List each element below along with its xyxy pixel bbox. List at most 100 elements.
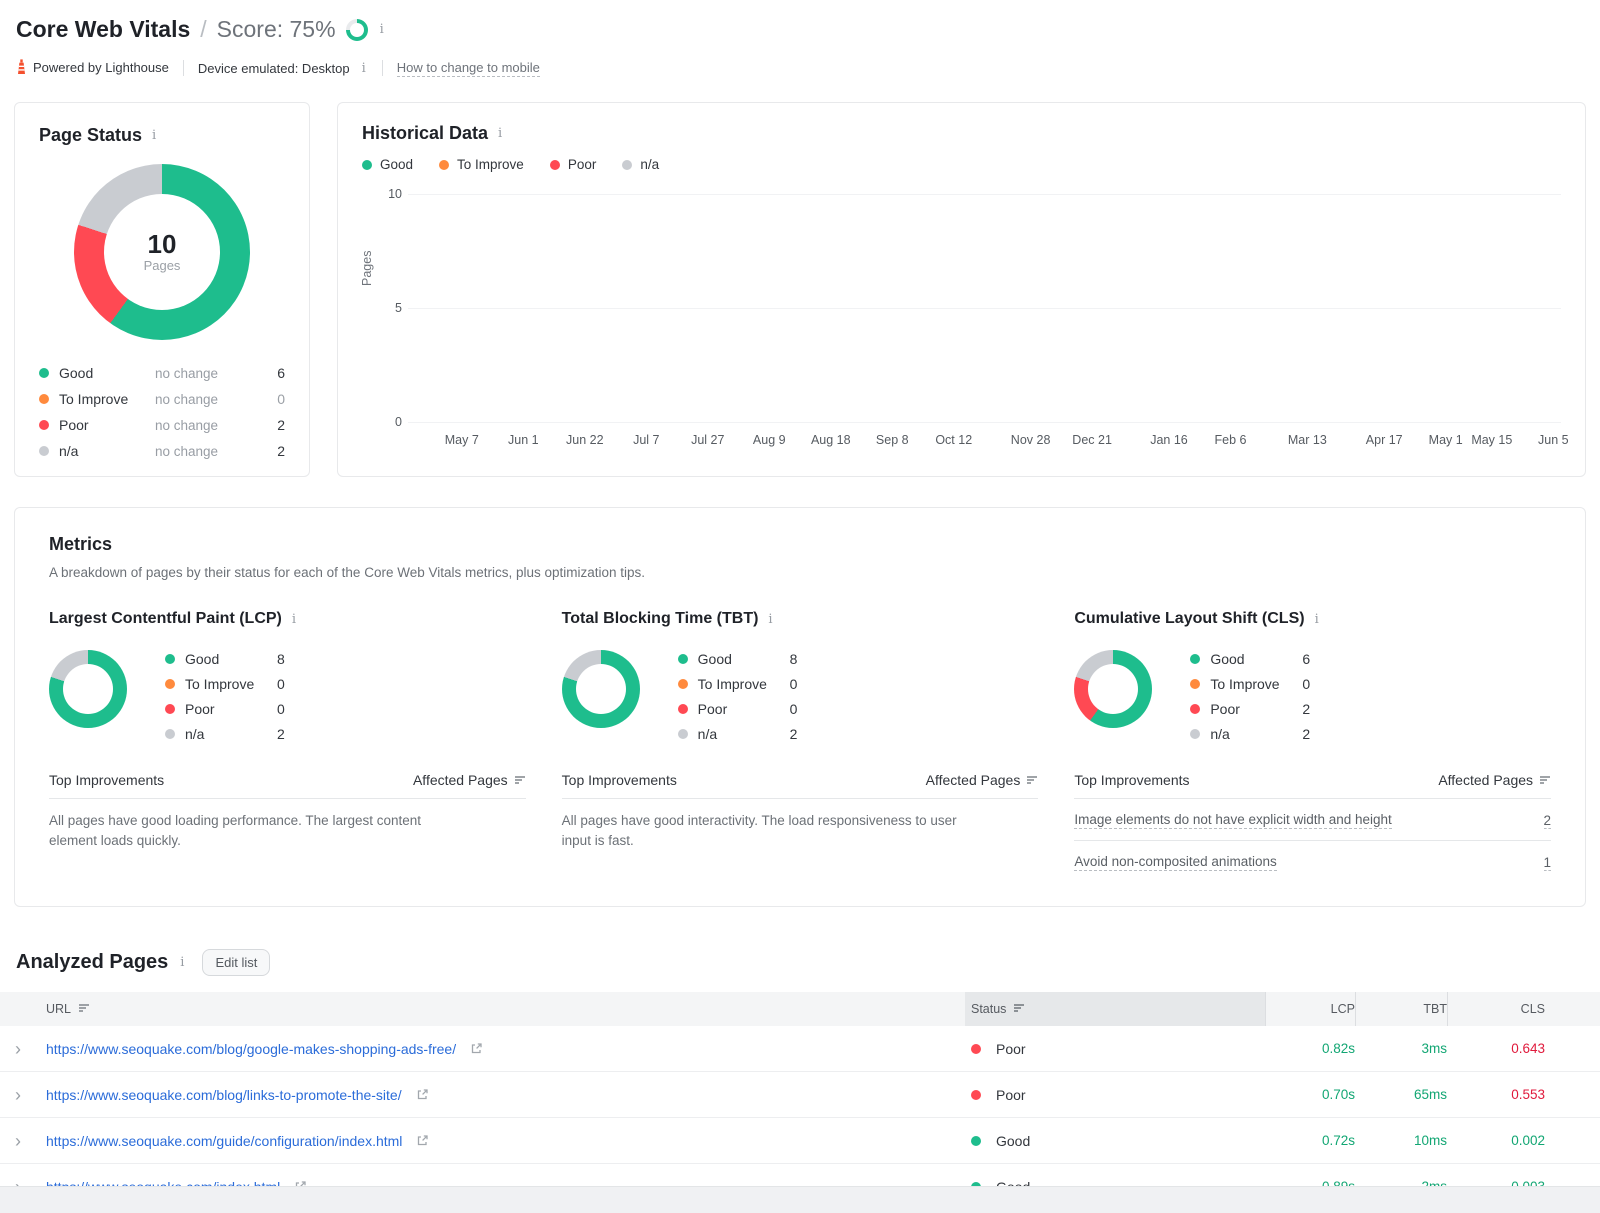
page-status-title: Page Status — [39, 125, 143, 145]
gridline — [408, 422, 1561, 423]
table-row: › https://www.seoquake.com/blog/links-to… — [0, 1072, 1600, 1118]
edit-list-button[interactable]: Edit list — [202, 949, 271, 976]
tbt-value: 10ms — [1413, 1133, 1447, 1148]
lcp-column-header[interactable]: LCP — [1265, 992, 1355, 1026]
to-improve-dot-icon — [1190, 678, 1201, 689]
lcp-note: All pages have good loading performance.… — [49, 813, 421, 848]
tbt-column-header[interactable]: TBT — [1355, 992, 1447, 1026]
sort-icon[interactable] — [1539, 772, 1551, 788]
affected-pages-count[interactable]: 2 — [1543, 813, 1552, 829]
score-info-icon[interactable]: i — [378, 22, 386, 37]
table-header-row: URL Status LCP TBT CLS — [0, 992, 1600, 1026]
status-column-header[interactable]: Status — [965, 992, 1265, 1026]
analyzed-pages-table: URL Status LCP TBT CLS › https://www.seo… — [0, 992, 1600, 1210]
sort-icon[interactable] — [78, 1002, 90, 1016]
affected-pages-header: Affected Pages — [412, 772, 508, 788]
x-axis-label: May 7 — [444, 433, 479, 447]
page-url-link[interactable]: https://www.seoquake.com/blog/links-to-p… — [46, 1087, 402, 1103]
sort-icon[interactable] — [1026, 772, 1038, 788]
historical-plot — [408, 194, 1561, 423]
legend-value: 0 — [277, 391, 285, 407]
lcp-donut-chart[interactable] — [49, 650, 127, 728]
historical-data-title: Historical Data — [362, 123, 489, 143]
sort-icon[interactable] — [1013, 1002, 1025, 1016]
legend-value: 6 — [277, 365, 285, 381]
external-link-icon[interactable] — [416, 1088, 429, 1101]
cls-info-icon[interactable]: i — [1313, 612, 1321, 627]
legend-value: 2 — [277, 417, 285, 433]
total-pages-value: 10 — [147, 228, 177, 259]
powered-by: Powered by Lighthouse — [16, 59, 169, 77]
page-status-info-icon[interactable]: i — [150, 128, 158, 143]
to-improve-dot-icon — [439, 159, 450, 170]
metrics-title: Metrics — [49, 534, 113, 554]
lcp-info-icon[interactable]: i — [290, 612, 298, 627]
status-dot — [971, 1089, 981, 1100]
page-header: Core Web Vitals / Score: 75% i Powered b… — [0, 0, 1600, 77]
page-url-link[interactable]: https://www.seoquake.com/guide/configura… — [46, 1133, 402, 1149]
poor-dot-icon — [1190, 703, 1201, 714]
legend-item-poor: Poor — [549, 157, 596, 172]
table-row: › https://www.seoquake.com/guide/configu… — [0, 1118, 1600, 1164]
expand-column-header — [0, 992, 36, 1026]
historical-info-icon[interactable]: i — [496, 126, 504, 141]
legend-change: no change — [155, 443, 219, 459]
tbt-donut-chart[interactable] — [561, 650, 640, 728]
x-axis-label: Apr 17 — [1365, 433, 1403, 447]
poor-dot-icon — [165, 703, 175, 714]
x-axis-label: Jan 16 — [1150, 433, 1188, 447]
x-axis-label: Aug 9 — [752, 433, 786, 447]
gridline — [408, 308, 1561, 309]
historical-chart[interactable]: Pages 10 5 0 May 7 Jun 1 Jun 22 Jul 7 Jul 27… — [360, 187, 1569, 453]
legend-row-to-improve: To Improve no change 0 — [39, 386, 285, 412]
good-dot-icon — [1190, 653, 1201, 664]
x-axis-label: Sep 8 — [875, 433, 909, 447]
legend-change: no change — [155, 391, 219, 407]
improvement-link[interactable]: Image elements do not have explicit widt… — [1074, 812, 1392, 829]
legend-change: no change — [155, 365, 219, 381]
x-axis-label: Jun 22 — [566, 433, 604, 447]
y-axis-label: Pages — [360, 250, 374, 286]
analyzed-pages-info-icon[interactable]: i — [178, 955, 186, 970]
page-url-link[interactable]: https://www.seoquake.com/blog/google-mak… — [46, 1041, 456, 1057]
table-footer-strip — [0, 1186, 1600, 1213]
url-column-header[interactable]: URL — [36, 992, 965, 1026]
to-improve-dot-icon — [39, 394, 49, 404]
good-dot-icon — [677, 653, 688, 664]
gridline — [408, 194, 1561, 195]
external-link-icon[interactable] — [470, 1042, 483, 1055]
to-improve-dot-icon — [165, 678, 175, 689]
tbt-info-icon[interactable]: i — [766, 612, 774, 627]
na-dot-icon — [1190, 728, 1201, 739]
cls-metric-block: Cumulative Layout Shift (CLS) i Good 6 To … — [1074, 610, 1552, 882]
row-expand-chevron[interactable]: › — [15, 1086, 21, 1104]
improvement-row: Image elements do not have explicit widt… — [1074, 799, 1552, 841]
x-axis-label: Nov 28 — [1010, 433, 1051, 447]
row-expand-chevron[interactable]: › — [15, 1132, 21, 1150]
good-dot-icon — [362, 159, 372, 170]
x-axis-label: May 1 — [1428, 433, 1463, 447]
x-axis-label: Jul 7 — [633, 433, 660, 447]
cls-donut-chart[interactable] — [1074, 650, 1153, 728]
historical-legend: Good To Improve Poor n/a — [362, 157, 1561, 172]
top-improvements-header: Top Improvements — [49, 772, 165, 788]
na-dot-icon — [677, 728, 688, 739]
x-axis-label: Jul 27 — [691, 433, 725, 447]
tbt-metric-block: Total Blocking Time (TBT) i Good 8 To Impr… — [561, 610, 1039, 882]
improvement-link[interactable]: Avoid non-composited animations — [1074, 854, 1277, 871]
cls-column-header[interactable]: CLS — [1447, 992, 1545, 1026]
improvement-row: Avoid non-composited animations 1 — [1074, 841, 1552, 882]
sort-icon[interactable] — [514, 772, 526, 788]
legend-label: Poor — [59, 417, 89, 433]
analyzed-pages-title: Analyzed Pages — [16, 951, 169, 973]
na-dot-icon — [622, 159, 633, 170]
lcp-value: 0.70s — [1321, 1087, 1355, 1102]
device-info-icon[interactable]: i — [360, 61, 368, 76]
page-status-donut-chart[interactable]: 10 Pages — [74, 164, 250, 340]
external-link-icon[interactable] — [416, 1134, 429, 1147]
historical-xlabels: May 7 Jun 1 Jun 22 Jul 7 Jul 27 Aug 9 Aug 18 Se… — [408, 431, 1569, 453]
affected-pages-count[interactable]: 1 — [1543, 855, 1552, 871]
row-expand-chevron[interactable]: › — [15, 1040, 21, 1058]
poor-dot-icon — [39, 420, 49, 430]
change-to-mobile-link[interactable]: How to change to mobile — [396, 60, 540, 77]
